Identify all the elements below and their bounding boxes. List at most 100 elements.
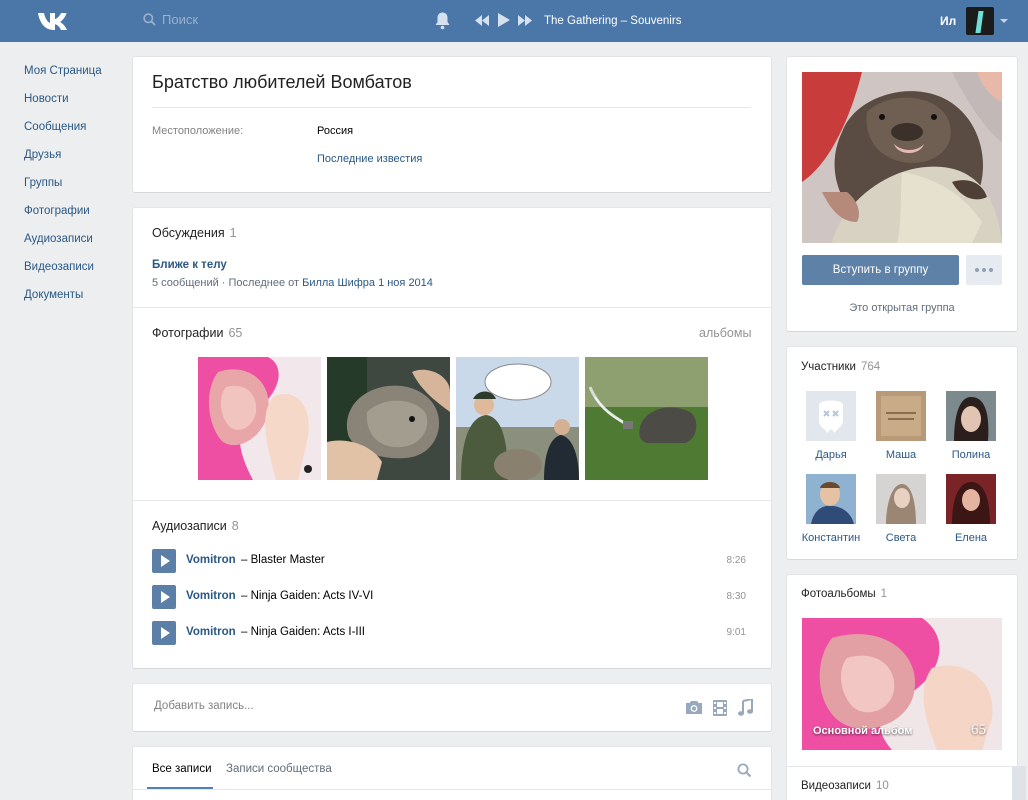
member-item[interactable]: Елена [936,474,1006,544]
members-title: Участники [801,361,856,373]
nav-item-photos[interactable]: Фотографии [24,204,102,232]
play-button[interactable] [152,585,176,609]
news-link[interactable]: Последние известия [317,153,422,165]
track-artist[interactable]: Vomitron [186,626,236,638]
page-title: Братство любителей Вомбатов [152,72,412,92]
vk-logo-icon[interactable] [36,9,70,33]
avatar [946,474,996,524]
photo-thumbnail[interactable] [327,357,450,480]
member-item[interactable]: Маша [866,391,936,461]
topic-author-link[interactable]: Билла Шифра [302,277,375,289]
photo-thumbnail[interactable] [456,357,579,480]
audio-title: Аудиозаписи [152,519,227,533]
join-group-button[interactable]: Вступить в группу [802,255,959,285]
nav-item-groups[interactable]: Группы [24,176,102,204]
photo-thumbnail[interactable] [585,357,708,480]
next-track-icon[interactable] [518,14,532,26]
member-name: Елена [954,532,988,544]
prev-track-icon[interactable] [475,14,489,26]
member-item[interactable]: Дарья [796,391,866,461]
discussions-count: 1 [229,226,237,240]
albums-header[interactable]: Фотоальбомы 1 [801,588,887,600]
divider [133,500,771,501]
scrollbar[interactable] [1012,766,1026,800]
member-name: Полина [951,449,991,461]
photos-title: Фотографии [152,326,224,340]
topic-meta-text: 5 сообщений · Последнее от [152,277,300,289]
members-count: 764 [860,361,881,373]
user-name[interactable]: Ил [940,14,956,28]
music-icon[interactable] [738,699,753,716]
camera-icon[interactable] [685,700,703,715]
member-name: Дарья [815,449,847,461]
audio-track-row[interactable]: Vomitron – Ninja Gaiden: Acts IV-VI 8:30 [152,585,748,609]
topic-date-link[interactable]: 1 ноя 2014 [378,277,433,289]
search-box[interactable]: Поиск [143,12,198,27]
photos-header[interactable]: Фотографии 65 [152,326,242,340]
member-item[interactable]: Полина [936,391,1006,461]
play-button[interactable] [152,549,176,573]
play-icon[interactable] [497,13,510,27]
videos-title: Видеозаписи [801,780,871,792]
avatar [806,474,856,524]
member-item[interactable]: Константин [796,474,866,544]
track-artist[interactable]: Vomitron [186,590,236,602]
nav-item-documents[interactable]: Документы [24,288,102,316]
audio-header[interactable]: Аудиозаписи 8 [152,519,239,533]
discussions-title: Обсуждения [152,226,225,240]
avatar [876,474,926,524]
divider [133,307,771,308]
nav-item-friends[interactable]: Друзья [24,148,102,176]
group-privacy-note: Это открытая группа [849,302,955,314]
avatar [946,391,996,441]
search-icon [143,13,156,26]
track-title: – Ninja Gaiden: Acts IV-VI [241,590,374,602]
track-title: – Ninja Gaiden: Acts I-III [241,626,366,638]
audio-player-controls [475,13,532,27]
divider [787,766,1017,767]
audio-count: 8 [231,519,239,533]
photo-thumbnail[interactable] [198,357,321,480]
tab-community-posts[interactable]: Записи сообщества [226,763,332,775]
members-header[interactable]: Участники 764 [801,361,880,373]
discussion-topic-meta: 5 сообщений · Последнее от Билла Шифра 1… [152,277,433,289]
album-photo-count: 65 [971,722,986,738]
member-name: Маша [885,449,917,461]
track-duration: 8:30 [726,591,746,602]
group-avatar[interactable] [802,72,1002,243]
nav-item-messages[interactable]: Сообщения [24,120,102,148]
nav-item-news[interactable]: Новости [24,92,102,120]
divider [133,789,771,790]
search-icon[interactable] [737,763,752,778]
nav-item-video[interactable]: Видеозаписи [24,260,102,288]
location-value: Россия [317,125,354,137]
track-duration: 9:01 [726,627,746,638]
discussion-topic-title[interactable]: Ближе к телу [152,259,227,271]
avatar [806,391,856,441]
nav-item-my-page[interactable]: Моя Страница [24,64,102,92]
bell-icon[interactable] [434,11,451,30]
top-header: Поиск The Gathering – Souvenirs Ил [0,0,1028,42]
track-artist[interactable]: Vomitron [186,554,236,566]
albums-link[interactable]: альбомы [699,326,751,340]
track-duration: 8:26 [726,555,746,566]
nav-item-audio[interactable]: Аудиозаписи [24,232,102,260]
audio-track-row[interactable]: Vomitron – Blaster Master 8:26 [152,549,748,573]
play-button[interactable] [152,621,176,645]
left-navigation: Моя Страница Новости Сообщения Друзья Гр… [24,64,102,316]
post-input-placeholder[interactable]: Добавить запись... [154,700,254,712]
chevron-down-icon[interactable] [1000,19,1008,23]
videos-header[interactable]: Видеозаписи 10 [801,780,889,792]
videos-count: 10 [875,780,889,792]
discussions-header[interactable]: Обсуждения 1 [152,226,237,240]
tab-all-posts[interactable]: Все записи [152,763,212,775]
now-playing-title[interactable]: The Gathering – Souvenirs [544,15,681,27]
avatar [876,391,926,441]
album-name: Основной альбом [813,725,913,737]
search-placeholder: Поиск [162,12,199,27]
member-item[interactable]: Света [866,474,936,544]
user-avatar[interactable] [966,7,994,35]
more-actions-button[interactable] [966,255,1002,285]
video-icon[interactable] [713,700,727,716]
audio-track-row[interactable]: Vomitron – Ninja Gaiden: Acts I-III 9:01 [152,621,748,645]
